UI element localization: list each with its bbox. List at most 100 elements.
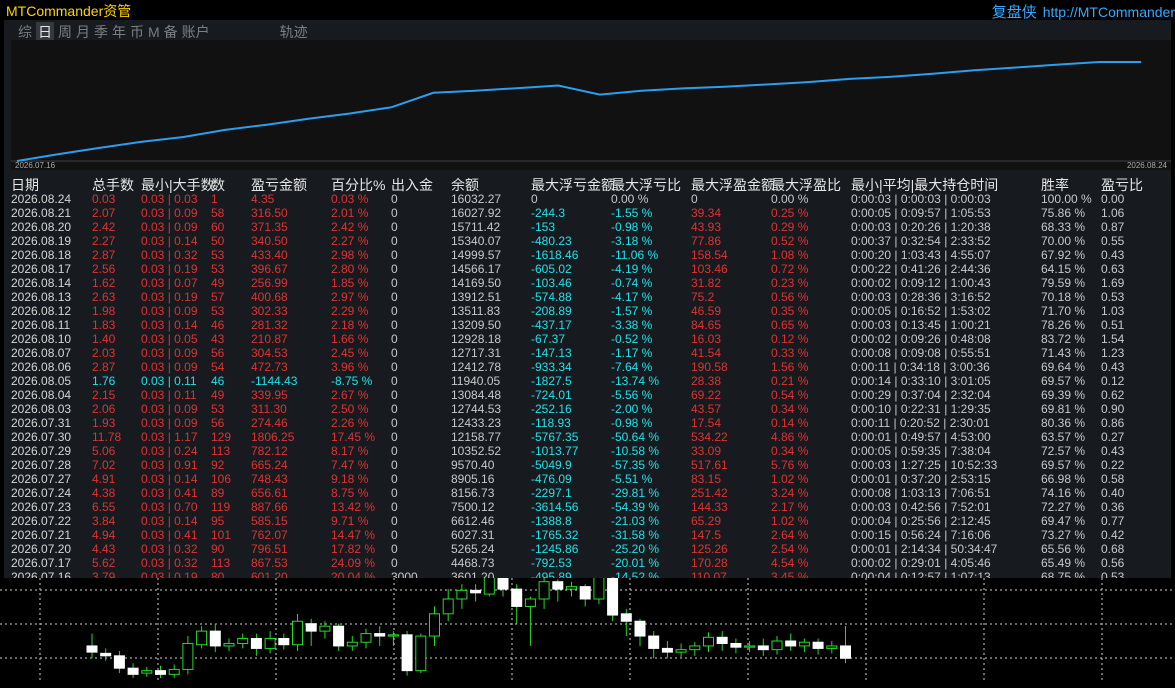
- table-cell: 0.03 | 0.41: [141, 528, 198, 542]
- table-cell: 4.94: [92, 528, 116, 542]
- table-row[interactable]: 2026.08.06 2.87 0.03 | 0.09 54 472.73 3.96 % 0…: [8, 360, 1175, 374]
- table-row[interactable]: 2026.07.20 4.43 0.03 | 0.32 90 796.51 17.82 %…: [8, 542, 1175, 556]
- tab-6[interactable]: 币: [130, 22, 144, 42]
- table-cell: 0.03 | 0.14: [141, 234, 198, 248]
- table-cell: 2026.08.21: [11, 206, 72, 220]
- table-row[interactable]: 2026.08.11 1.83 0.03 | 0.14 46 281.32 2.18 % 0…: [8, 318, 1175, 332]
- table-row[interactable]: 2026.07.17 5.62 0.03 | 0.32 113 867.53 24.09 …: [8, 556, 1175, 570]
- table-cell: 4468.73: [451, 556, 495, 570]
- tab-5[interactable]: 年: [112, 22, 126, 42]
- table-row[interactable]: 2026.08.18 2.87 0.03 | 0.32 53 433.40 2.98 % 0…: [8, 248, 1175, 262]
- table-cell: -1245.86: [531, 542, 579, 556]
- table-row[interactable]: 2026.07.30 11.78 0.03 | 1.17 129 1806.25 17.4…: [8, 430, 1175, 444]
- candle-body: [264, 638, 276, 649]
- table-cell: 0:00:22 | 0:41:26 | 2:44:36: [851, 262, 991, 276]
- table-row[interactable]: 2026.07.21 4.94 0.03 | 0.41 101 762.07 14.47 …: [8, 528, 1175, 542]
- table-row[interactable]: 2026.08.21 2.07 0.03 | 0.09 58 316.50 2.01 % 0…: [8, 206, 1175, 220]
- table-cell: 2026.07.22: [11, 514, 72, 528]
- table-row[interactable]: 2026.07.31 1.93 0.03 | 0.09 56 274.46 2.26 % 0…: [8, 416, 1175, 430]
- table-cell: 0: [391, 206, 398, 220]
- table-cell: 0.34 %: [771, 402, 809, 416]
- table-cell: -1827.5: [531, 374, 572, 388]
- table-row[interactable]: 2026.07.28 7.02 0.03 | 0.91 92 665.24 7.47 % 0…: [8, 458, 1175, 472]
- table-cell: 0:00:15 | 0:56:24 | 7:16:06: [851, 528, 991, 542]
- table-cell: 0:00:05 | 0:59:35 | 7:38:04: [851, 444, 991, 458]
- tab-10[interactable]: 轨迹: [280, 22, 308, 42]
- table-cell: 16.03: [691, 332, 722, 346]
- table-cell: 2.18 %: [331, 318, 369, 332]
- table-cell: 2026.08.04: [11, 388, 72, 402]
- table-row[interactable]: 2026.07.22 3.84 0.03 | 0.14 95 585.15 9.71 % 0…: [8, 514, 1175, 528]
- table-cell: 54: [211, 360, 225, 374]
- table-cell: 251.42: [691, 486, 728, 500]
- table-cell: -147.13: [531, 346, 572, 360]
- tab-0[interactable]: 综: [18, 22, 32, 42]
- tab-4[interactable]: 季: [94, 22, 108, 42]
- table-cell: 0.87: [1101, 220, 1125, 234]
- table-row[interactable]: 2026.08.13 2.63 0.03 | 0.19 57 400.68 2.97 % 0…: [8, 290, 1175, 304]
- candle-body: [155, 670, 166, 675]
- candle-body: [812, 641, 824, 649]
- table-cell: 2026.08.13: [11, 290, 72, 304]
- table-row[interactable]: 2026.07.29 5.06 0.03 | 0.24 113 782.12 8.17 %…: [8, 444, 1175, 458]
- tab-2[interactable]: 周: [58, 22, 72, 42]
- table-cell: 0: [391, 290, 398, 304]
- table-cell: 11.78: [92, 430, 122, 444]
- table-row[interactable]: 2026.08.19 2.27 0.03 | 0.14 50 340.50 2.27 % 0…: [8, 234, 1175, 248]
- table-row[interactable]: 2026.07.24 4.38 0.03 | 0.41 89 656.61 8.75 % 0…: [8, 486, 1175, 500]
- table-cell: 0.40: [1101, 486, 1125, 500]
- candle-body: [360, 633, 372, 643]
- table-cell: 4.91: [92, 472, 116, 486]
- table-row[interactable]: 2026.07.27 4.91 0.03 | 0.14 106 748.43 9.18 %…: [8, 472, 1175, 486]
- table-row[interactable]: 2026.08.17 2.56 0.03 | 0.19 53 396.67 2.80 % 0…: [8, 262, 1175, 276]
- table-cell: 2026.08.14: [11, 276, 72, 290]
- table-row[interactable]: 2026.07.23 6.55 0.03 | 0.70 119 887.66 13.42 …: [8, 500, 1175, 514]
- table-cell: 17.54: [691, 416, 722, 430]
- table-row[interactable]: 2026.08.04 2.15 0.03 | 0.11 49 339.95 2.67 % 0…: [8, 388, 1175, 402]
- brand-link[interactable]: 复盘侠 http://MTCommander: [992, 1, 1175, 22]
- table-cell: 13912.51: [451, 290, 502, 304]
- table-cell: 0.12 %: [771, 332, 809, 346]
- table-cell: 0: [391, 388, 398, 402]
- table-row[interactable]: 2026.08.24 0.03 0.03 | 0.03 1 4.35 0.03 % 0 160…: [8, 192, 1175, 206]
- table-row[interactable]: 2026.08.12 1.98 0.03 | 0.09 53 302.33 2.29 % 0…: [8, 304, 1175, 318]
- table-cell: 190.58: [691, 360, 728, 374]
- tab-7[interactable]: M: [148, 24, 160, 40]
- table-row[interactable]: 2026.08.07 2.03 0.03 | 0.09 56 304.53 2.45 % 0…: [8, 346, 1175, 360]
- table-cell: 3.96 %: [331, 360, 369, 374]
- table-cell: 396.67: [251, 262, 288, 276]
- table-cell: 0.03 | 0.32: [141, 556, 198, 570]
- tab-9[interactable]: 账户: [182, 22, 210, 42]
- candle-body: [168, 668, 180, 675]
- table-cell: 9.71 %: [331, 514, 369, 528]
- table-cell: 0.03 | 0.91: [141, 458, 198, 472]
- candle-body: [620, 613, 632, 622]
- table-cell: 43.57: [691, 402, 722, 416]
- table-cell: 4.54 %: [771, 556, 809, 570]
- table-cell: 0: [391, 514, 398, 528]
- table-row[interactable]: 2026.08.20 2.42 0.03 | 0.09 60 371.35 2.42 % 0…: [8, 220, 1175, 234]
- tab-8[interactable]: 备: [164, 22, 178, 42]
- table-row[interactable]: 2026.08.03 2.06 0.03 | 0.09 53 311.30 2.50 % 0…: [8, 402, 1175, 416]
- table-cell: 0.03 | 0.19: [141, 262, 198, 276]
- table-cell: -29.81 %: [611, 486, 660, 500]
- table-row[interactable]: 2026.08.10 1.40 0.03 | 0.05 43 210.87 1.66 % 0…: [8, 332, 1175, 346]
- table-row[interactable]: 2026.08.14 1.62 0.03 | 0.07 49 256.99 1.85 % 0…: [8, 276, 1175, 290]
- table-cell: 0.43: [1101, 444, 1125, 458]
- tab-3[interactable]: 月: [76, 22, 90, 42]
- tab-1[interactable]: 日: [36, 22, 54, 42]
- table-cell: 2026.08.07: [11, 346, 72, 360]
- table-cell: 158.54: [691, 248, 728, 262]
- table-cell: 0.00 %: [611, 192, 649, 206]
- table-row[interactable]: 2026.08.05 1.76 0.03 | 0.11 46 -1144.43 -8.75…: [8, 374, 1175, 388]
- table-cell: -8.75 %: [331, 374, 373, 388]
- table-cell: 0: [391, 276, 398, 290]
- table-cell: 0:00:02 | 0:29:01 | 4:05:46: [851, 556, 991, 570]
- table-cell: 69.57 %: [1041, 374, 1086, 388]
- table-cell: 12928.18: [451, 332, 502, 346]
- table-cell: 0.54 %: [771, 388, 809, 402]
- table-cell: 1.62: [92, 276, 116, 290]
- table-cell: 796.51: [251, 542, 288, 556]
- table-cell: 0.14 %: [771, 416, 809, 430]
- table-cell: -1765.32: [531, 528, 579, 542]
